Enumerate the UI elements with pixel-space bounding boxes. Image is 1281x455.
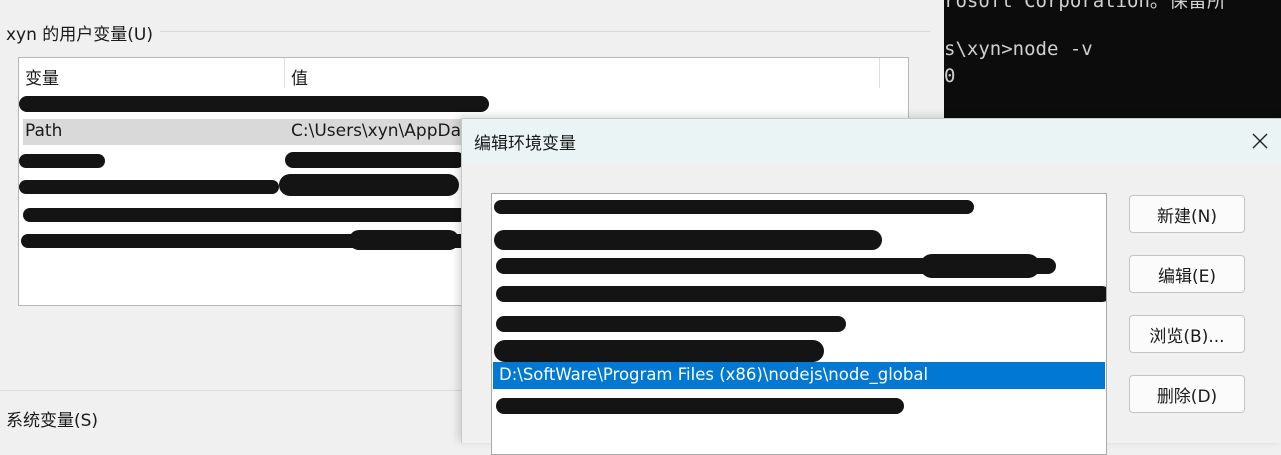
- column-separator[interactable]: [879, 58, 880, 88]
- close-button[interactable]: [1240, 123, 1280, 159]
- redaction-scribble: [19, 154, 105, 168]
- redaction-scribble: [494, 200, 974, 214]
- group-divider: [160, 31, 930, 32]
- path-variable-value: C:\Users\xyn\AppDa: [291, 121, 461, 141]
- redaction-scribble: [23, 208, 473, 222]
- redaction-scribble: [494, 340, 824, 362]
- dialog-titlebar[interactable]: 编辑环境变量: [462, 119, 1281, 163]
- path-entry-text: D:\SoftWare\Program Files (x86)\nodejs\n…: [499, 365, 929, 384]
- redaction-scribble: [349, 230, 459, 250]
- column-header-value[interactable]: 值: [291, 64, 308, 89]
- list-item-selected[interactable]: D:\SoftWare\Program Files (x86)\nodejs\n…: [493, 362, 1105, 389]
- redaction-scribble: [496, 286, 1106, 302]
- redaction-scribble: [920, 254, 1040, 278]
- new-button[interactable]: 新建(N): [1129, 195, 1245, 233]
- redaction-scribble: [19, 96, 489, 112]
- console-window[interactable]: rosoft Corporation。保留所 s\xyn>node -v 0: [944, 0, 1281, 118]
- dialog-title: 编辑环境变量: [474, 134, 576, 154]
- redaction-scribble: [496, 316, 846, 332]
- user-variables-group-label: xyn 的用户变量(U): [6, 25, 154, 45]
- path-variable-name: Path: [25, 121, 63, 141]
- browse-button[interactable]: 浏览(B)...: [1129, 315, 1245, 353]
- console-output-line: rosoft Corporation。保留所: [944, 0, 1226, 12]
- console-command-line: s\xyn>node -v: [944, 38, 1093, 60]
- column-separator[interactable]: [284, 58, 285, 88]
- delete-button[interactable]: 删除(D): [1129, 375, 1245, 413]
- edit-env-variable-dialog[interactable]: 编辑环境变量 D:\SoftWare\Program Files (x86)\n…: [461, 118, 1281, 455]
- redaction-scribble: [279, 174, 459, 196]
- close-icon: [1252, 133, 1268, 149]
- redaction-scribble: [285, 152, 465, 168]
- console-output-line: 0: [944, 65, 956, 87]
- system-variables-group-label: 系统变量(S): [6, 411, 99, 431]
- edit-button[interactable]: 编辑(E): [1129, 255, 1245, 293]
- path-entries-list[interactable]: D:\SoftWare\Program Files (x86)\nodejs\n…: [491, 193, 1107, 455]
- redaction-scribble: [494, 230, 882, 250]
- column-header-variable[interactable]: 变量: [25, 64, 59, 89]
- redaction-scribble: [19, 180, 279, 194]
- redaction-scribble: [496, 398, 904, 414]
